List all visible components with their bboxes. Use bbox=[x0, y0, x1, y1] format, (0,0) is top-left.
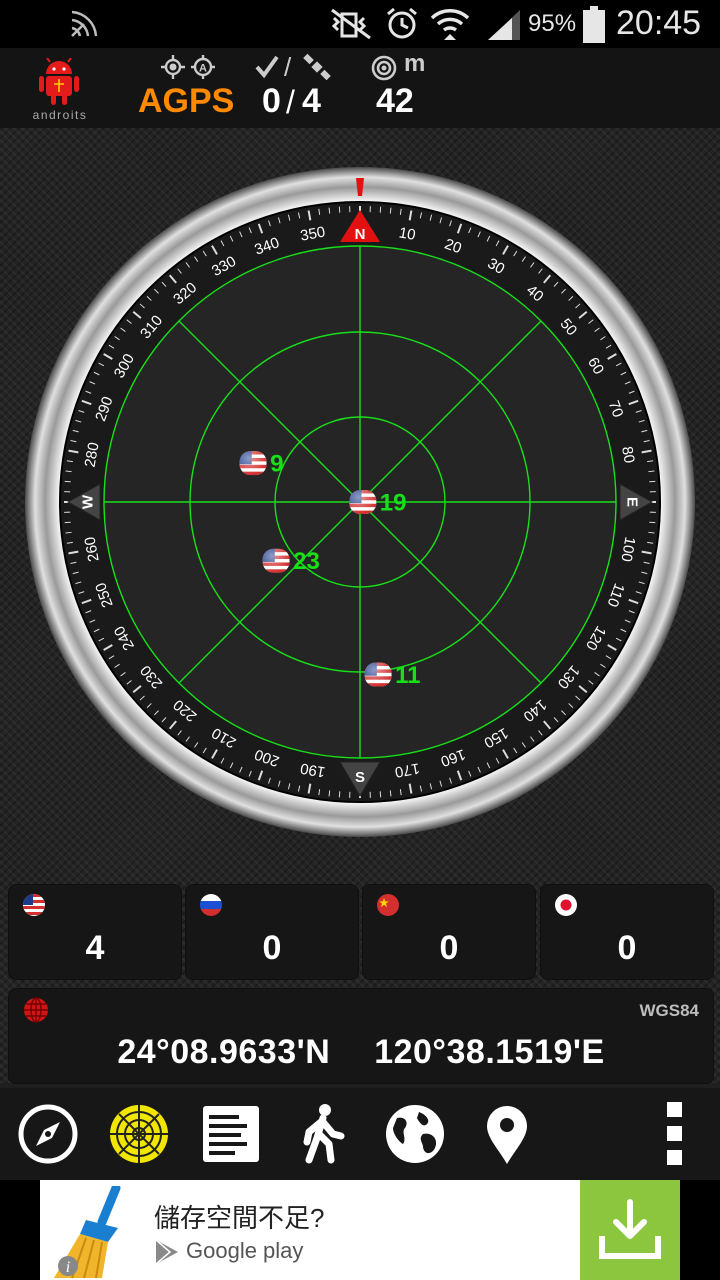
clock: 20:45 bbox=[616, 4, 702, 42]
coordinates-panel[interactable]: WGS84 24°08.9633'N 120°38.1519'E bbox=[8, 988, 714, 1084]
satellite-prn: 11 bbox=[395, 662, 420, 689]
satellite-radar: 1020304050607080100110120130140150160170… bbox=[25, 167, 695, 837]
gnss-count-card[interactable]: 0 bbox=[185, 884, 359, 980]
google-play-text: Google play bbox=[186, 1238, 304, 1263]
dial-tick bbox=[328, 790, 331, 797]
agps-icon: A bbox=[191, 55, 215, 79]
satellite-prn: 9 bbox=[270, 451, 283, 478]
status-bar: 95% 20:45 bbox=[0, 0, 720, 48]
cell-signal-icon bbox=[488, 10, 520, 40]
svg-text:A: A bbox=[199, 63, 207, 75]
us-flag-icon bbox=[262, 548, 290, 573]
download-button[interactable] bbox=[580, 1180, 680, 1280]
walking-icon[interactable] bbox=[287, 1098, 359, 1170]
radar-icon[interactable] bbox=[103, 1098, 175, 1170]
notes-icon[interactable] bbox=[195, 1098, 267, 1170]
gnss-count-value: 0 bbox=[617, 929, 637, 967]
us-flag-icon bbox=[239, 451, 267, 476]
battery-icon bbox=[583, 6, 605, 43]
west-label: W bbox=[80, 494, 97, 509]
us-flag-icon bbox=[349, 490, 377, 514]
download-icon bbox=[599, 1199, 661, 1259]
dial-degree-label: 10 bbox=[398, 224, 417, 244]
svg-text:i: i bbox=[66, 1259, 70, 1276]
ad-banner[interactable]: i 儲存空間不足? Google play bbox=[0, 1180, 720, 1280]
east-label: E bbox=[624, 497, 641, 507]
japan-flag-icon bbox=[553, 893, 579, 922]
latitude-value: 24°08.9633'N bbox=[117, 1033, 331, 1071]
gps-signal-icon bbox=[71, 10, 98, 37]
ad-content[interactable]: i 儲存空間不足? Google play bbox=[40, 1180, 680, 1280]
longitude-value: 120°38.1519'E bbox=[374, 1033, 605, 1071]
ad-headline: 儲存空間不足? bbox=[154, 1203, 325, 1233]
accuracy-value: 42 bbox=[376, 82, 414, 120]
dial-tick bbox=[389, 207, 392, 214]
china-flag-icon bbox=[375, 893, 401, 922]
app-name: anDROITS bbox=[32, 108, 88, 122]
satellites-used-value: 0 bbox=[262, 82, 281, 120]
satellites-separator: / bbox=[286, 84, 295, 120]
dial-tick bbox=[648, 470, 655, 473]
vibrate-mute-icon bbox=[331, 8, 371, 40]
satellite-prn: 23 bbox=[293, 548, 320, 575]
datum-label: WGS84 bbox=[639, 1001, 699, 1020]
dial-tick bbox=[648, 531, 655, 534]
us-flag-icon bbox=[21, 893, 47, 922]
coordinate-line: 24°08.9633'N 120°38.1519'E bbox=[9, 1033, 713, 1072]
compass-icon[interactable] bbox=[12, 1098, 84, 1170]
gps-fix-icon bbox=[161, 55, 185, 79]
accuracy-unit: m bbox=[404, 50, 426, 77]
fix-mode-value: AGPS bbox=[138, 82, 235, 120]
gnss-count-card[interactable]: 0 bbox=[540, 884, 714, 980]
dial-tick bbox=[65, 531, 72, 534]
satellites-visible-value: 4 bbox=[302, 82, 321, 120]
map-pin-icon[interactable] bbox=[471, 1098, 543, 1170]
dial-tick bbox=[389, 790, 392, 797]
status-header: anDROITS A AGPS / 0 / 4 m 42 bbox=[0, 48, 720, 129]
header-slash: / bbox=[284, 52, 292, 82]
globe-red-icon bbox=[24, 997, 48, 1023]
used-satellites-check-icon bbox=[255, 55, 279, 79]
battery-percentage: 95% bbox=[528, 10, 577, 37]
dial-tick bbox=[65, 470, 72, 473]
north-label: N bbox=[355, 226, 366, 243]
gnss-count-value: 0 bbox=[439, 929, 459, 967]
accuracy-icon bbox=[371, 55, 397, 81]
us-flag-icon bbox=[364, 662, 392, 687]
app-logo-icon bbox=[39, 58, 79, 105]
satellite-icon bbox=[303, 53, 331, 81]
bottom-toolbar bbox=[0, 1088, 720, 1180]
play-store-icon bbox=[155, 1239, 178, 1265]
gnss-count-value: 4 bbox=[85, 929, 105, 967]
gnss-count-card[interactable]: 0 bbox=[362, 884, 536, 980]
overflow-menu-icon[interactable] bbox=[638, 1098, 710, 1170]
broom-icon: i bbox=[54, 1186, 121, 1279]
satellite-prn: 19 bbox=[380, 490, 407, 517]
dial-degree-label: 80 bbox=[618, 445, 638, 464]
gnss-count-card[interactable]: 4 bbox=[8, 884, 182, 980]
wifi-icon bbox=[430, 9, 470, 40]
dial-tick bbox=[328, 207, 331, 214]
alarm-icon bbox=[387, 7, 417, 39]
gnss-count-value: 0 bbox=[262, 929, 282, 967]
globe-icon[interactable] bbox=[379, 1098, 451, 1170]
russia-flag-icon bbox=[198, 893, 224, 922]
south-label: S bbox=[355, 769, 365, 786]
